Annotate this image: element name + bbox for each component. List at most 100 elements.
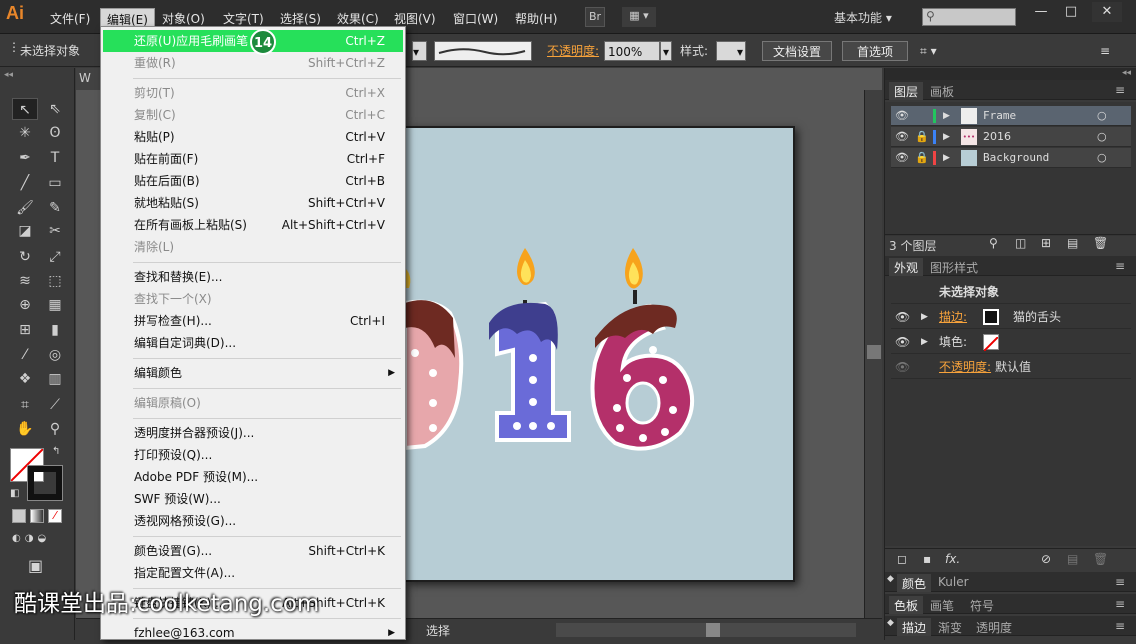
- tab-kuler[interactable]: Kuler: [933, 574, 974, 592]
- draw-inside-icon[interactable]: ◒: [37, 533, 46, 549]
- panel-arrows-icon[interactable]: ◆: [887, 618, 894, 628]
- opacity-input[interactable]: 100%: [604, 41, 660, 61]
- align-options-icon[interactable]: ⌗ ▾: [920, 41, 937, 61]
- menu-effect[interactable]: 效果(C): [331, 8, 385, 28]
- bridge-button[interactable]: Br: [585, 7, 605, 27]
- horizontal-scrollbar[interactable]: [556, 623, 856, 637]
- layer-row-frame[interactable]: 👁 ▶ Frame ○: [891, 106, 1131, 126]
- visibility-eye-icon[interactable]: 👁: [895, 355, 910, 379]
- tab-appearance[interactable]: 外观: [889, 258, 924, 276]
- menu-type[interactable]: 文字(T): [217, 8, 270, 28]
- visibility-eye-icon[interactable]: 👁: [895, 148, 909, 168]
- menu-item-edit-original[interactable]: 编辑原稿(O): [103, 392, 403, 414]
- menu-item-paste[interactable]: 粘贴(P) Ctrl+V: [103, 126, 403, 148]
- delete-layer-icon[interactable]: 🗑: [1093, 236, 1108, 250]
- artboard-tool-icon[interactable]: ⌗: [12, 394, 38, 416]
- document-tab[interactable]: W: [76, 68, 102, 90]
- arrange-documents-icon[interactable]: ▦ ▾: [622, 7, 656, 27]
- duplicate-item-icon[interactable]: ▤: [1067, 552, 1078, 566]
- tab-color[interactable]: 颜色: [897, 574, 932, 592]
- menu-item-account[interactable]: fzhlee@163.com ▶: [103, 622, 403, 644]
- menu-item-copy[interactable]: 复制(C) Ctrl+C: [103, 104, 403, 126]
- layer-name[interactable]: Background: [983, 148, 1049, 168]
- screen-mode-icon[interactable]: ▣: [28, 556, 43, 575]
- tab-layers[interactable]: 图层: [889, 82, 924, 100]
- scale-tool-icon[interactable]: ⤢: [42, 246, 68, 268]
- menu-select[interactable]: 选择(S): [274, 8, 327, 28]
- layer-row-2016[interactable]: 👁 🔒 ▶ ••• 2016 ○: [891, 127, 1131, 147]
- lock-icon[interactable]: 🔒: [915, 127, 929, 147]
- menu-item-paste-all-artboards[interactable]: 在所有画板上粘贴(S) Alt+Shift+Ctrl+V: [103, 214, 403, 236]
- opacity-label[interactable]: 不透明度:: [547, 41, 599, 61]
- gradient-icon[interactable]: [30, 509, 44, 523]
- menu-object[interactable]: 对象(O): [156, 8, 211, 28]
- paintbrush-tool-icon[interactable]: 🖌: [12, 197, 38, 219]
- selection-tool-icon[interactable]: ↖: [12, 98, 38, 120]
- lasso-tool-icon[interactable]: ʘ: [42, 122, 68, 144]
- panel-menu-icon[interactable]: ≡: [1100, 41, 1110, 61]
- blob-brush-tool-icon[interactable]: ◪: [12, 220, 38, 242]
- target-circle-icon[interactable]: ○: [1097, 148, 1107, 168]
- swatches-panel-menu-icon[interactable]: ≡: [1115, 597, 1125, 611]
- pencil-tool-icon[interactable]: ✎: [42, 197, 68, 219]
- opacity-label[interactable]: 不透明度:: [939, 355, 991, 379]
- line-tool-icon[interactable]: ╱: [12, 172, 38, 194]
- close-icon[interactable]: ✕: [1092, 2, 1122, 22]
- expand-triangle-icon[interactable]: ▶: [943, 127, 950, 147]
- pen-tool-icon[interactable]: ✒: [12, 147, 38, 169]
- stroke-panel-menu-icon[interactable]: ≡: [1115, 619, 1125, 633]
- tab-stroke[interactable]: 描边: [897, 618, 932, 636]
- expand-triangle-icon[interactable]: ▶: [943, 148, 950, 168]
- new-sublayer-icon[interactable]: ⊞: [1041, 236, 1051, 250]
- appearance-stroke-row[interactable]: 👁 ▶ 描边: 猫的舌头: [891, 305, 1131, 329]
- layers-panel-menu-icon[interactable]: ≡: [1115, 83, 1125, 97]
- symbol-sprayer-tool-icon[interactable]: ❖: [12, 368, 38, 390]
- layer-name[interactable]: Frame: [983, 106, 1016, 126]
- menu-item-find-replace[interactable]: 查找和替换(E)...: [103, 266, 403, 288]
- menu-window[interactable]: 窗口(W): [447, 8, 504, 28]
- opacity-dropdown-icon[interactable]: ▾: [660, 41, 672, 61]
- tab-brushes[interactable]: 画笔: [925, 596, 959, 614]
- draw-normal-icon[interactable]: ◐: [12, 533, 21, 549]
- stroke-swatch[interactable]: [27, 465, 63, 501]
- artboard[interactable]: [403, 126, 795, 582]
- menu-item-paste-in-back[interactable]: 贴在后面(B) Ctrl+B: [103, 170, 403, 192]
- scissors-tool-icon[interactable]: ✂: [42, 220, 68, 242]
- delete-item-icon[interactable]: 🗑: [1093, 552, 1108, 566]
- stroke-weight-dropdown[interactable]: ▾: [412, 41, 427, 61]
- menu-item-edit-colors[interactable]: 编辑颜色 ▶: [103, 362, 403, 384]
- vertical-scrollbar[interactable]: [864, 90, 882, 618]
- search-input[interactable]: ⚲: [922, 8, 1016, 26]
- menu-file[interactable]: 文件(F): [44, 8, 96, 28]
- eyedropper-tool-icon[interactable]: ⁄: [12, 344, 38, 366]
- menu-item-clear[interactable]: 清除(L): [103, 236, 403, 258]
- hand-tool-icon[interactable]: ✋: [12, 418, 38, 440]
- tab-swatches[interactable]: 色板: [889, 596, 924, 614]
- menu-item-paste-in-place[interactable]: 就地粘贴(S) Shift+Ctrl+V: [103, 192, 403, 214]
- mesh-tool-icon[interactable]: ⊞: [12, 319, 38, 341]
- menu-view[interactable]: 视图(V): [388, 8, 442, 28]
- none-icon[interactable]: ⁄: [48, 509, 62, 523]
- draw-behind-icon[interactable]: ◑: [25, 533, 34, 549]
- color-panel-menu-icon[interactable]: ≡: [1115, 575, 1125, 589]
- workspace-switcher[interactable]: 基本功能 ▾: [834, 9, 892, 26]
- slice-tool-icon[interactable]: ⟋: [42, 394, 68, 416]
- add-fill-icon[interactable]: ▪: [923, 552, 931, 566]
- expand-triangle-icon[interactable]: ▶: [921, 305, 928, 329]
- magic-wand-tool-icon[interactable]: ✳: [12, 122, 38, 144]
- target-circle-icon[interactable]: ○: [1097, 106, 1107, 126]
- locate-object-icon[interactable]: ⚲: [989, 236, 998, 250]
- visibility-eye-icon[interactable]: 👁: [895, 305, 910, 329]
- collapse-panel-icon[interactable]: ◂◂: [4, 70, 13, 80]
- menu-item-flattener-presets[interactable]: 透明度拼合器预设(J)...: [103, 422, 403, 444]
- free-transform-tool-icon[interactable]: ⬚: [42, 270, 68, 292]
- visibility-eye-icon[interactable]: 👁: [895, 330, 910, 354]
- visibility-eye-icon[interactable]: 👁: [895, 127, 909, 147]
- blend-tool-icon[interactable]: ◎: [42, 344, 68, 366]
- zoom-tool-icon[interactable]: ⚲: [42, 418, 68, 440]
- menu-item-perspective-presets[interactable]: 透视网格预设(G)...: [103, 510, 403, 532]
- none-fill-icon[interactable]: [983, 334, 999, 352]
- target-circle-icon[interactable]: ○: [1097, 127, 1107, 147]
- fx-effects-icon[interactable]: fx.: [945, 552, 960, 566]
- tab-transparency[interactable]: 透明度: [971, 618, 1017, 636]
